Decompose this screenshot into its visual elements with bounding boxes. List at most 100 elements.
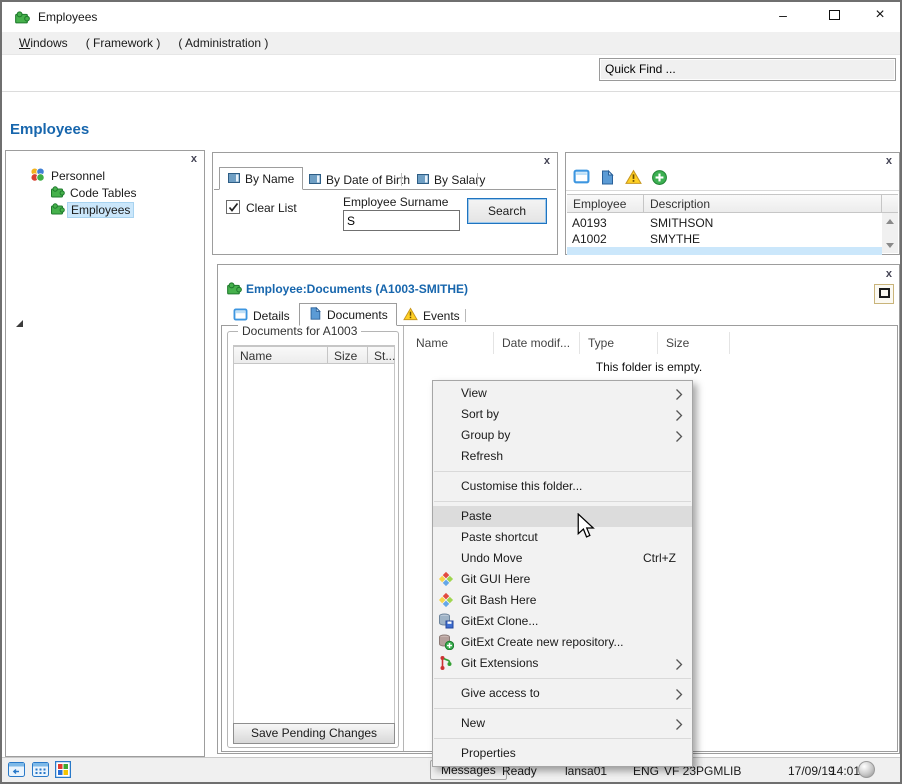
context-menu: View Sort by Group by Refresh Customise …: [432, 380, 693, 767]
cell-description: SMYTHE: [644, 231, 700, 247]
clear-list-checkbox[interactable]: [226, 200, 240, 214]
menu-item-give-access-to[interactable]: Give access to: [433, 683, 692, 704]
menu-item-label: Refresh: [461, 449, 503, 463]
menu-item-paste[interactable]: Paste: [433, 506, 692, 527]
menu-framework[interactable]: ( Framework ): [77, 33, 170, 53]
details-window-icon: [233, 308, 248, 324]
menu-item-git-gui-here[interactable]: Git GUI Here: [433, 569, 692, 590]
vertical-scrollbar[interactable]: [882, 213, 898, 253]
status-time: 14:01: [830, 764, 860, 778]
window-back-icon[interactable]: [8, 762, 25, 780]
window-grid-icon[interactable]: [32, 762, 49, 780]
status-ball-icon: [858, 761, 875, 778]
tab-by-name[interactable]: By Name: [219, 167, 303, 190]
maximize-icon: [829, 10, 840, 20]
add-icon[interactable]: [651, 169, 668, 189]
menu-item-label: Group by: [461, 428, 510, 442]
warning-icon[interactable]: [625, 169, 642, 188]
groupbox-legend: Documents for A1003: [238, 324, 361, 338]
menu-item-group-by[interactable]: Group by: [433, 425, 692, 446]
tab-label: By Date of Birth: [326, 173, 410, 187]
column-header-status[interactable]: St...: [368, 347, 394, 363]
close-panel-icon[interactable]: x: [191, 153, 197, 165]
arrow-down-icon: [886, 243, 894, 248]
cell-employee: A0193: [566, 215, 607, 231]
toolbar-row: Quick Find ...: [2, 56, 900, 92]
surname-input[interactable]: [343, 210, 460, 231]
tree-node-personnel[interactable]: Personnel: [51, 169, 105, 183]
column-header-employee[interactable]: Employee: [567, 195, 644, 212]
menu-item-sort-by[interactable]: Sort by: [433, 404, 692, 425]
tab-details[interactable]: Details: [225, 306, 298, 325]
column-header-name[interactable]: Name: [408, 332, 494, 354]
tab-documents[interactable]: Documents: [299, 303, 397, 326]
menu-item-label: Git Bash Here: [461, 593, 536, 607]
minimize-button[interactable]: –: [766, 2, 800, 28]
document-icon[interactable]: [599, 169, 615, 189]
tab-events[interactable]: Events: [395, 306, 468, 325]
tab-separator: [401, 173, 402, 186]
puzzle-icon: [225, 279, 242, 299]
details-window-icon[interactable]: [573, 169, 590, 187]
expander-icon[interactable]: [16, 320, 23, 327]
close-panel-icon[interactable]: x: [544, 155, 550, 167]
menu-item-undo-move[interactable]: Undo Move Ctrl+Z: [433, 548, 692, 569]
tab-label: Events: [423, 309, 460, 323]
tab-mini-icon: [417, 173, 429, 187]
menu-item-gitext-clone[interactable]: GitExt Clone...: [433, 611, 692, 632]
menu-item-git-extensions[interactable]: Git Extensions: [433, 653, 692, 674]
personnel-icon: [29, 166, 46, 186]
table-row[interactable]: A1002 SMYTHE: [566, 231, 899, 247]
menu-administration[interactable]: ( Administration ): [169, 33, 277, 53]
column-header-name[interactable]: Name: [234, 347, 328, 363]
column-header-date-modified[interactable]: Date modif...: [494, 332, 580, 354]
menu-separator: [434, 708, 691, 709]
git-bash-icon: [438, 592, 454, 608]
window-title: Employees: [38, 10, 97, 24]
warning-icon: [403, 307, 418, 324]
gitext-clone-icon: [438, 613, 454, 629]
search-button[interactable]: Search: [467, 198, 547, 224]
scroll-down-button[interactable]: [882, 237, 898, 253]
close-panel-icon[interactable]: x: [886, 268, 892, 280]
menu-item-refresh[interactable]: Refresh: [433, 446, 692, 467]
menu-item-label: GitExt Create new repository...: [461, 635, 624, 649]
cell-employee: A1002: [566, 231, 607, 247]
quick-find-box[interactable]: Quick Find ...: [599, 58, 896, 81]
save-pending-changes-button[interactable]: Save Pending Changes: [233, 723, 395, 744]
tab-label: By Name: [245, 172, 294, 186]
column-header-size[interactable]: Size: [658, 332, 730, 354]
color-grid-icon[interactable]: [55, 761, 71, 781]
menu-item-label: Git GUI Here: [461, 572, 530, 586]
git-gui-icon: [438, 571, 454, 587]
column-header-size[interactable]: Size: [328, 347, 368, 363]
documents-groupbox: Documents for A1003 Name Size St... Save…: [227, 331, 399, 748]
menu-item-view[interactable]: View: [433, 383, 692, 404]
surname-label: Employee Surname: [343, 195, 448, 209]
menu-item-git-bash-here[interactable]: Git Bash Here: [433, 590, 692, 611]
maximize-button[interactable]: [817, 2, 851, 28]
column-header-description[interactable]: Description: [644, 195, 882, 212]
scroll-up-button[interactable]: [882, 213, 898, 229]
submenu-arrow-icon: [675, 657, 683, 678]
menu-item-new[interactable]: New: [433, 713, 692, 734]
selected-row-partial[interactable]: [567, 247, 882, 255]
tab-by-salary[interactable]: By Salary: [409, 170, 493, 189]
tree-node-employees-selected[interactable]: Employees: [67, 202, 134, 218]
tab-label: Documents: [327, 308, 388, 322]
close-button[interactable]: ×: [863, 2, 897, 28]
menu-item-customise-folder[interactable]: Customise this folder...: [433, 476, 692, 497]
tab-separator: [465, 309, 466, 322]
explorer-column-header: Name Date modif... Type Size: [408, 332, 890, 354]
menu-item-properties[interactable]: Properties: [433, 743, 692, 764]
column-header-type[interactable]: Type: [580, 332, 658, 354]
menu-item-label: Give access to: [461, 686, 540, 700]
menu-item-gitext-create-repo[interactable]: GitExt Create new repository...: [433, 632, 692, 653]
maximize-panel-button[interactable]: [874, 284, 894, 304]
menu-separator: [434, 501, 691, 502]
menu-item-paste-shortcut[interactable]: Paste shortcut: [433, 527, 692, 548]
tree-node-code-tables[interactable]: Code Tables: [70, 186, 137, 200]
tab-separator: [477, 173, 478, 186]
table-row[interactable]: A0193 SMITHSON: [566, 215, 899, 231]
menu-windows[interactable]: Windows: [10, 33, 77, 53]
